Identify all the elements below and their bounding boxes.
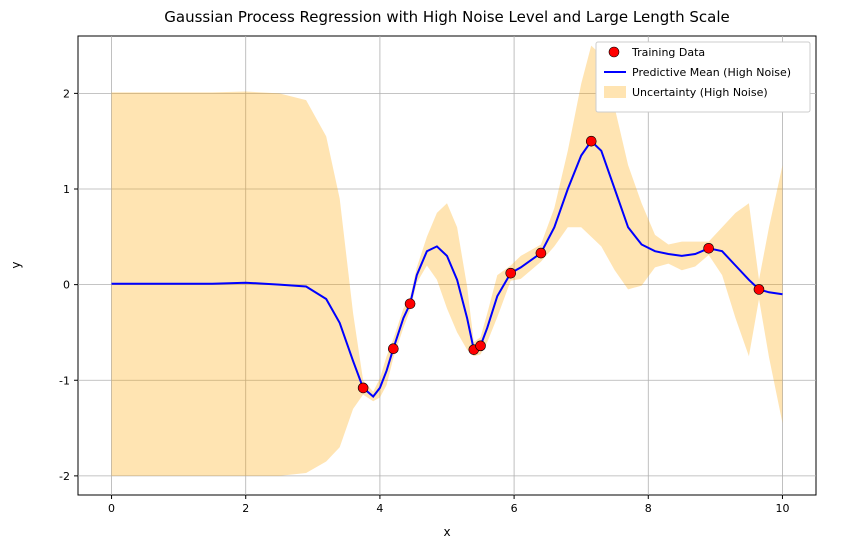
svg-text:Predictive Mean (High Noise): Predictive Mean (High Noise): [632, 66, 791, 79]
svg-text:0: 0: [63, 279, 70, 292]
x-ticks: 0 2 4 6 8 10: [108, 495, 789, 515]
svg-text:-1: -1: [59, 374, 70, 387]
svg-text:8: 8: [645, 502, 652, 515]
svg-text:2: 2: [63, 87, 70, 100]
svg-text:0: 0: [108, 502, 115, 515]
svg-text:2: 2: [242, 502, 249, 515]
chart-title: Gaussian Process Regression with High No…: [164, 8, 729, 26]
svg-text:1: 1: [63, 183, 70, 196]
legend: Training Data Predictive Mean (High Noise…: [596, 42, 810, 112]
y-axis-label: y: [9, 261, 23, 268]
svg-text:6: 6: [511, 502, 518, 515]
svg-text:-2: -2: [59, 470, 70, 483]
svg-text:4: 4: [376, 502, 383, 515]
svg-text:10: 10: [775, 502, 789, 515]
svg-text:Uncertainty (High Noise): Uncertainty (High Noise): [632, 86, 768, 99]
y-ticks: -2 -1 0 1 2: [59, 87, 78, 483]
x-axis-label: x: [443, 525, 450, 539]
svg-text:Training Data: Training Data: [631, 46, 705, 59]
